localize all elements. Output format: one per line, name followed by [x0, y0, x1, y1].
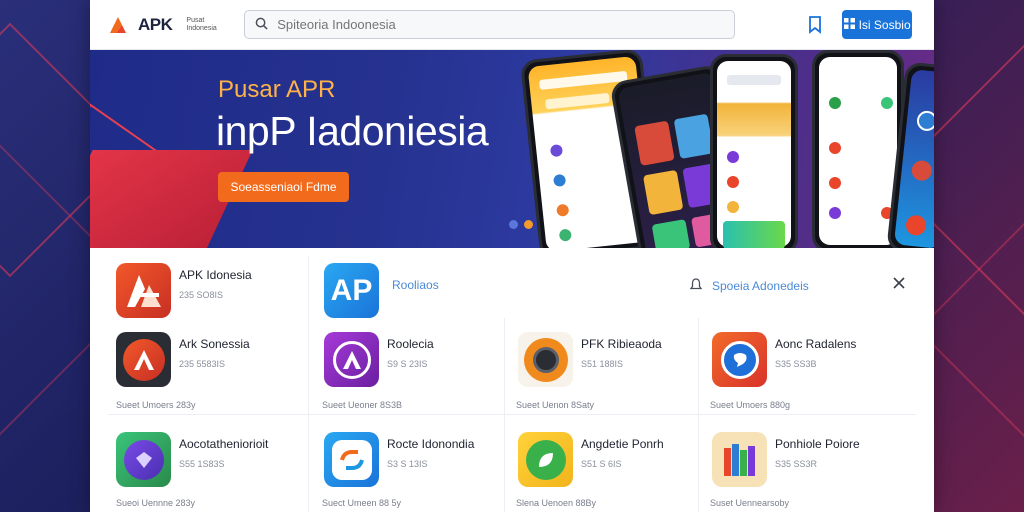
app-footnote: Sueet Umoers 283y — [116, 400, 196, 410]
a-letter-icon — [324, 332, 379, 387]
app-meta: 235 5583IS — [179, 359, 226, 369]
filter-dropdown[interactable]: Spoeia Adonedeis — [689, 278, 809, 294]
primary-button-label: Isi Sosbio — [858, 17, 911, 32]
gem-icon — [116, 432, 171, 487]
app-card[interactable]: Aocotatheniorioit S55 1S83S — [116, 432, 268, 487]
app-footnote: Sueet Uenon 8Saty — [516, 400, 595, 410]
logo-mark-icon — [108, 15, 134, 35]
hero-banner[interactable]: Pusar APR inpP Iadoniesia Soeasseniaoi F… — [90, 50, 934, 248]
app-card[interactable]: Angdetie Ponrh S51 S 6IS — [518, 432, 664, 487]
app-meta: S55 1S83S — [179, 459, 225, 469]
logo[interactable]: APK Pusat Indonesia — [108, 15, 226, 35]
app-footnote: Sueet Ueoner 8S3B — [322, 400, 403, 410]
app-name: Ponhiole Poiore — [775, 437, 860, 451]
logo-text: APK — [138, 14, 173, 34]
app-grid: APK Idonesia 235 SO8IS AP Rooliaos Spoei… — [90, 248, 934, 512]
app-store-page: APK Pusat Indonesia Spiteoria Indoonesia… — [90, 0, 934, 512]
app-meta: S35 SS3B — [775, 359, 817, 369]
bookmark-icon[interactable] — [805, 15, 824, 35]
carousel-dot[interactable] — [509, 220, 518, 229]
apk-logo-icon — [116, 263, 171, 318]
app-footnote: Sueet Umoers 880g — [710, 400, 791, 410]
search-icon — [255, 17, 268, 33]
books-icon — [712, 432, 767, 487]
camera-icon — [518, 332, 573, 387]
app-card[interactable]: Ark Sonessia 235 5583IS — [116, 332, 250, 387]
app-meta: S9 S 23IS — [387, 359, 428, 369]
app-name: Aonc Radalens — [775, 337, 857, 351]
featured-app-label: Rooliaos — [392, 278, 439, 292]
grid-icon — [843, 17, 855, 32]
app-name: PFK Ribieaoda — [581, 337, 662, 351]
chat-bubble-icon — [712, 332, 767, 387]
close-icon[interactable] — [892, 276, 908, 292]
app-footnote: Suset Uennearsoby — [710, 498, 790, 508]
app-name: Rocte Idonondia — [387, 437, 475, 451]
app-name: Aocotatheniorioit — [179, 437, 269, 451]
hero-kicker: Pusar APR — [218, 76, 336, 103]
app-name: Angdetie Ponrh — [581, 437, 664, 451]
app-meta: 235 SO8IS — [179, 290, 224, 300]
carousel-dot-active[interactable] — [524, 220, 533, 229]
carousel-dots — [509, 220, 533, 229]
app-name: APK Idonesia — [179, 268, 252, 282]
app-card[interactable]: Ponhiole Poiore S35 SS3R — [712, 432, 860, 487]
filter-label: Spoeia Adonedeis — [712, 279, 809, 293]
app-name: Ark Sonessia — [179, 337, 250, 351]
phone-mockup-3 — [710, 54, 798, 248]
app-meta: S35 SS3R — [775, 459, 818, 469]
featured-app[interactable]: AP — [324, 263, 379, 318]
app-footnote: Suect Umeen 88 5y — [322, 498, 402, 508]
app-footnote: Sueoi Uennne 283y — [116, 498, 196, 508]
leaf-icon — [518, 432, 573, 487]
ap-logo-icon: AP — [324, 263, 379, 318]
app-card[interactable]: PFK Ribieaoda S51 188IS — [518, 332, 662, 387]
app-meta: S3 S 13IS — [387, 459, 428, 469]
top-header: APK Pusat Indonesia Spiteoria Indoonesia… — [90, 0, 934, 50]
primary-action-button[interactable]: Isi Sosbio — [842, 10, 912, 39]
app-meta: S51 S 6IS — [581, 459, 622, 469]
logo-subtext: Pusat Indonesia — [186, 16, 217, 32]
app-footnote: Slena Uenoen 88By — [516, 498, 597, 508]
sync-icon — [324, 432, 379, 487]
app-card[interactable]: Rocte Idonondia S3 S 13IS — [324, 432, 474, 487]
search-box[interactable] — [244, 10, 735, 39]
hero-title: inpP Iadoniesia — [216, 108, 489, 154]
app-meta: S51 188IS — [581, 359, 624, 369]
bell-icon — [689, 278, 703, 294]
app-card-apk-idonesia[interactable]: APK Idonesia 235 SO8IS — [116, 263, 252, 318]
app-card[interactable]: Roolecia S9 S 23IS — [324, 332, 434, 387]
app-card[interactable]: Aonc Radalens S35 SS3B — [712, 332, 856, 387]
app-name: Roolecia — [387, 337, 434, 351]
hero-cta-button[interactable]: Soeasseniaoi Fdme — [218, 172, 349, 202]
a-letter-icon — [116, 332, 171, 387]
search-input[interactable] — [277, 17, 718, 32]
